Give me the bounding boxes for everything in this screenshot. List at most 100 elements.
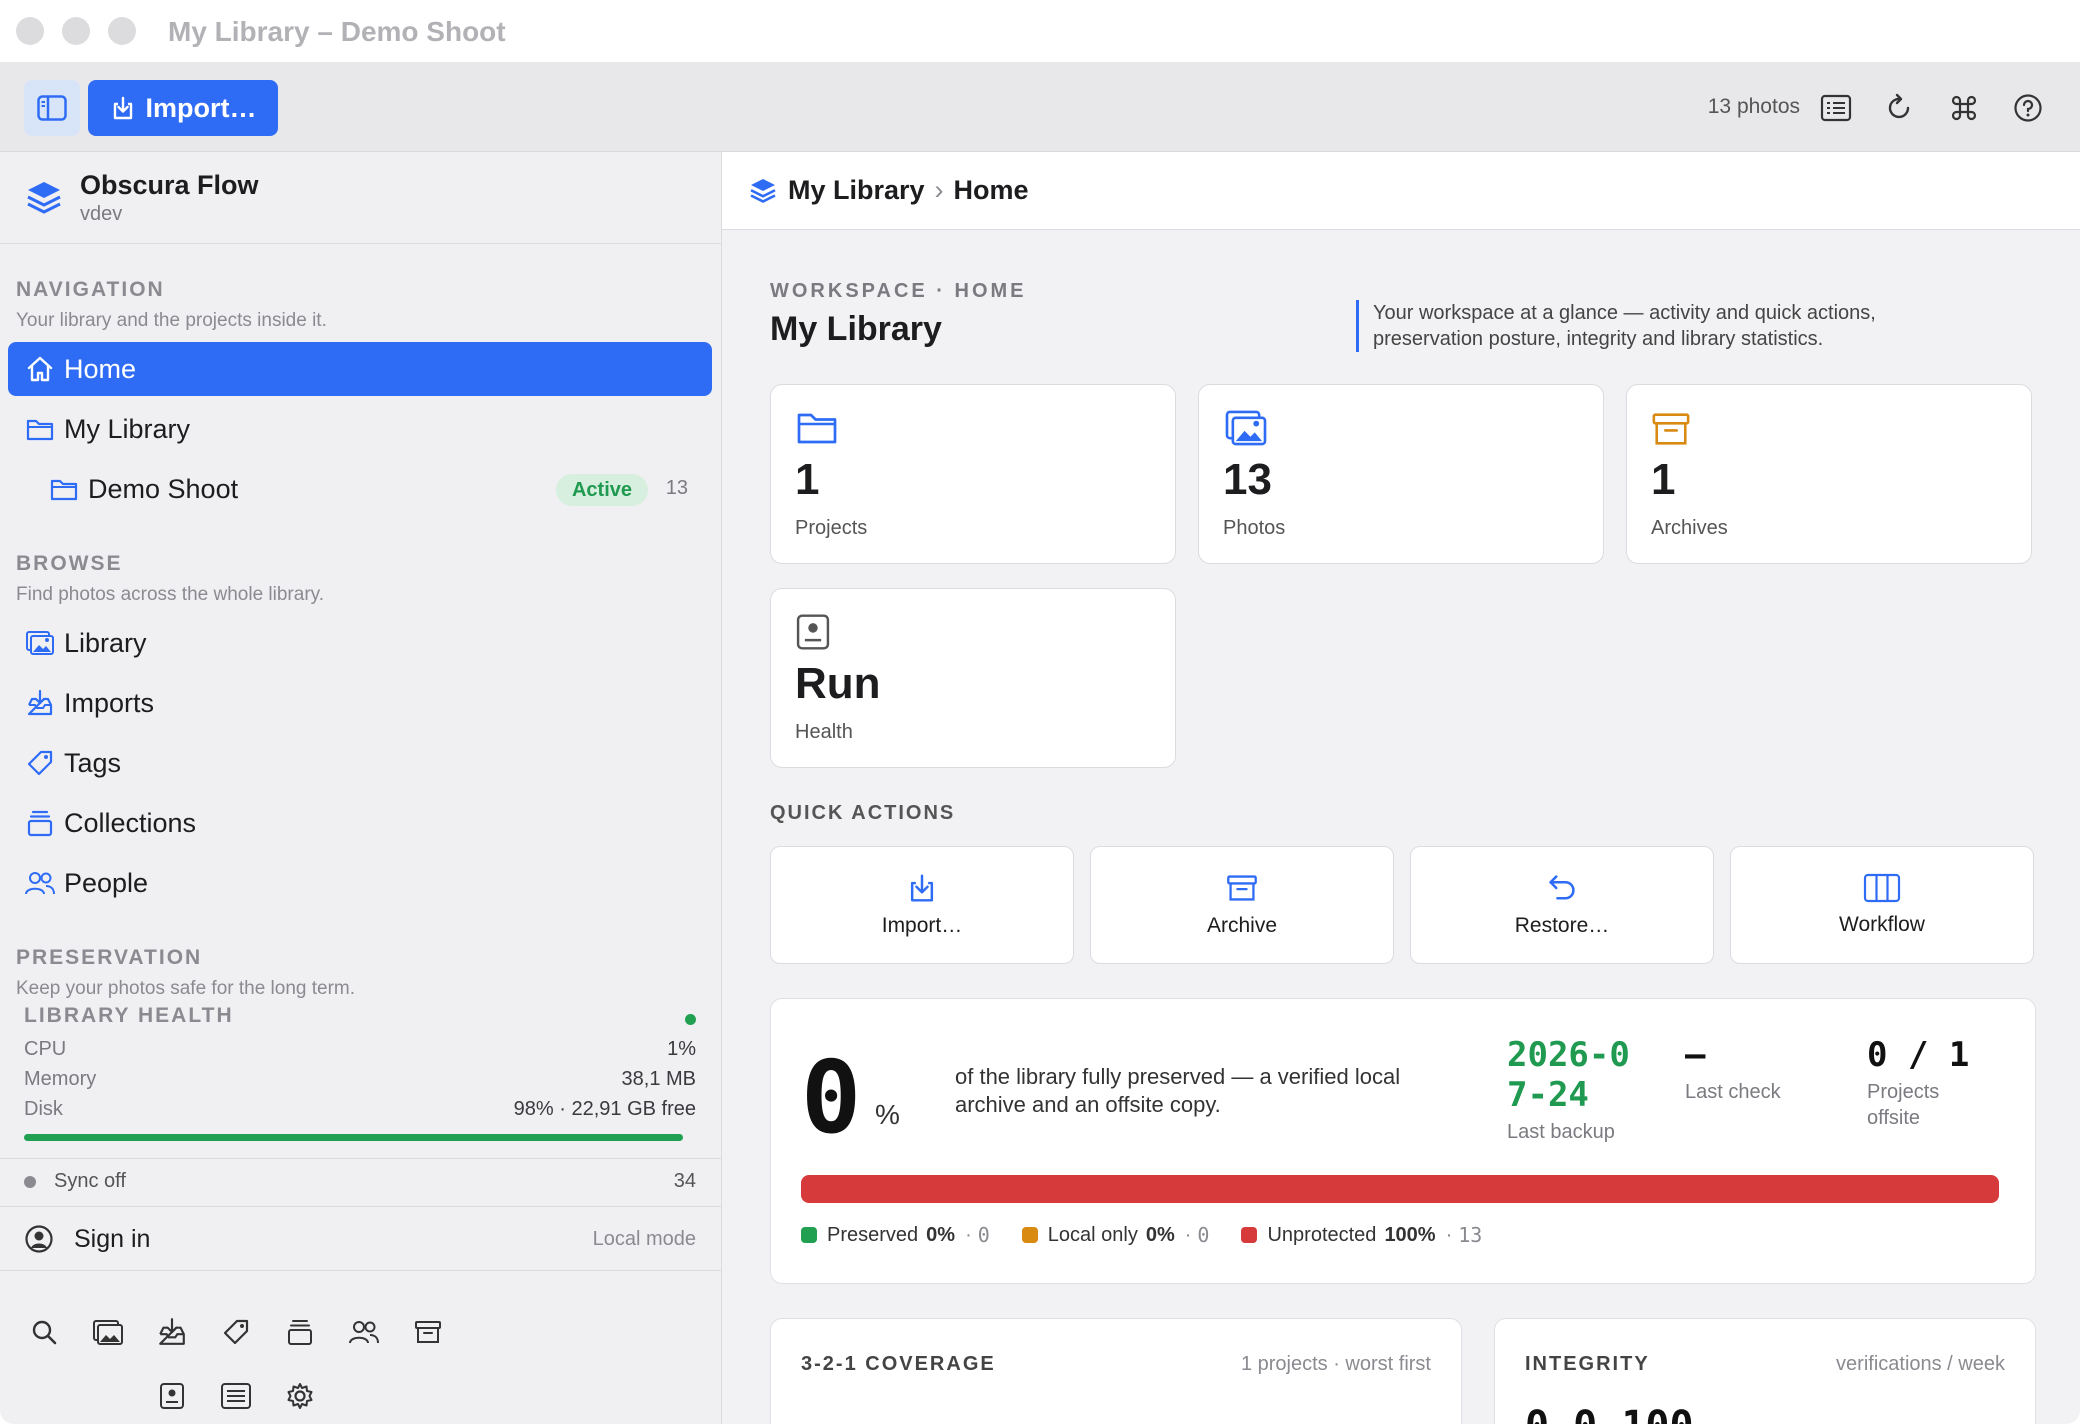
tray-download-icon — [24, 687, 56, 719]
close-window-button[interactable] — [16, 17, 44, 45]
stat-card-health[interactable]: Run Health — [770, 588, 1176, 768]
list-view-button[interactable] — [1816, 88, 1856, 128]
health-shortcut[interactable] — [152, 1376, 192, 1416]
gear-icon — [287, 1383, 313, 1409]
legend-count: 13 — [1458, 1223, 1483, 1247]
sidebar-item-people[interactable]: People — [8, 856, 712, 910]
people-icon — [24, 867, 56, 899]
integrity-card: INTEGRITY verifications / week 0 0 100 — [1494, 1318, 2036, 1424]
sidebar-item-label: Home — [64, 353, 137, 384]
sidebar-item-home[interactable]: Home — [8, 342, 712, 396]
settings-shortcut[interactable] — [280, 1376, 320, 1416]
quick-action-workflow-button[interactable]: Workflow — [1730, 846, 2034, 964]
legend-label: Local only — [1047, 1223, 1138, 1246]
workspace-description: Your workspace at a glance — activity an… — [1356, 300, 1936, 352]
stat-card-archives[interactable]: 1 Archives — [1626, 384, 2032, 564]
quick-action-archive-button[interactable]: Archive — [1090, 846, 1394, 964]
last-backup-value: 2026-0 7-24 — [1507, 1035, 1630, 1115]
stat-label: Health — [795, 721, 853, 743]
import-icon — [113, 96, 132, 120]
sidebar-item-demo-shoot[interactable]: Demo Shoot Active 13 — [8, 462, 712, 516]
brand-name: Obscura Flow — [80, 170, 259, 200]
coverage-card: 3-2-1 COVERAGE 1 projects · worst first — [770, 1318, 1462, 1424]
people-shortcut[interactable] — [344, 1312, 384, 1352]
toggle-sidebar-button[interactable] — [24, 80, 80, 136]
archive-shortcut[interactable] — [408, 1312, 448, 1352]
zoom-window-button[interactable] — [108, 17, 136, 45]
legend-separator: · — [1445, 1223, 1453, 1246]
main-content: My Library › Home WORKSPACE · HOME My Li… — [722, 152, 2080, 1424]
quick-action-label: Restore… — [1514, 914, 1610, 937]
preservation-section-subtitle: Keep your photos safe for the long term. — [16, 978, 356, 999]
import-button[interactable]: Import… — [88, 80, 278, 136]
tags-shortcut[interactable] — [216, 1312, 256, 1352]
stat-card-photos[interactable]: 13 Photos — [1198, 384, 1604, 564]
photo-count: 13 photos — [1707, 95, 1800, 118]
quick-action-import-button[interactable]: Import… — [770, 846, 1074, 964]
tray-download-icon — [159, 1318, 185, 1345]
quick-action-label: Import… — [881, 914, 963, 937]
search-shortcut[interactable] — [24, 1312, 64, 1352]
sidebar-item-label: Demo Shoot — [88, 473, 239, 504]
quick-action-restore-button[interactable]: Restore… — [1410, 846, 1714, 964]
memory-value: 38,1 MB — [621, 1068, 696, 1090]
brand-version: vdev — [80, 203, 123, 225]
legend-percent: 100% — [1384, 1223, 1436, 1246]
help-button[interactable] — [2008, 88, 2048, 128]
refresh-button[interactable] — [1880, 88, 1920, 128]
preservation-section-title: PRESERVATION — [16, 946, 203, 969]
stat-value: 1 — [795, 455, 820, 504]
disk-usage-bar — [24, 1134, 683, 1141]
sidebar-item-collections[interactable]: Collections — [8, 796, 712, 850]
integrity-card-title: INTEGRITY — [1525, 1353, 1650, 1375]
status-badge: Active — [555, 474, 648, 506]
sync-status[interactable]: Sync off 34 — [24, 1170, 696, 1193]
list-icon — [1820, 94, 1852, 122]
sidebar-item-my-library[interactable]: My Library — [8, 402, 712, 456]
preservation-progress-bar — [801, 1175, 1999, 1203]
folder-icon — [24, 413, 56, 445]
cpu-row: CPU 1% — [24, 1038, 696, 1061]
sync-count: 34 — [673, 1170, 696, 1192]
breadcrumb-separator: › — [934, 175, 944, 205]
library-shortcut[interactable] — [88, 1312, 128, 1352]
workspace-label: WORKSPACE · HOME — [770, 280, 1027, 302]
memory-label: Memory — [24, 1068, 97, 1090]
brand-header: Obscura Flow vdev — [0, 152, 722, 244]
window-title: My Library – Demo Shoot — [168, 16, 506, 47]
sign-in-button[interactable]: Sign in Local mode — [24, 1224, 696, 1254]
log-shortcut[interactable] — [216, 1376, 256, 1416]
sidebar-item-tags[interactable]: Tags — [8, 736, 712, 790]
home-icon — [24, 353, 56, 385]
legend-count: 0 — [977, 1223, 990, 1247]
navigation-section-title: NAVIGATION — [16, 278, 165, 301]
breadcrumb-current: Home — [953, 175, 1029, 205]
command-palette-button[interactable] — [1944, 88, 1984, 128]
account-mode: Local mode — [592, 1227, 696, 1250]
legend-swatch — [801, 1227, 817, 1243]
app-window: My Library – Demo Shoot Import… 13 photo… — [0, 0, 2080, 1424]
stat-value: 13 — [1223, 455, 1272, 504]
title-bar: My Library – Demo Shoot — [0, 0, 2080, 62]
sidebar-item-label: Library — [64, 627, 147, 658]
minimize-window-button[interactable] — [62, 17, 90, 45]
last-backup-label: Last backup — [1507, 1121, 1615, 1143]
health-card-icon — [160, 1383, 184, 1409]
last-check-value: — — [1685, 1035, 1706, 1075]
preserved-percent: 0 — [801, 1039, 862, 1156]
stat-card-projects[interactable]: 1 Projects — [770, 384, 1176, 564]
projects-offsite-value: 0 / 1 — [1867, 1035, 1970, 1075]
collections-shortcut[interactable] — [280, 1312, 320, 1352]
search-icon — [32, 1320, 57, 1345]
sidebar-item-library[interactable]: Library — [8, 616, 712, 670]
imports-shortcut[interactable] — [152, 1312, 192, 1352]
photos-icon — [24, 627, 56, 659]
legend-separator: · — [1184, 1223, 1192, 1246]
help-icon — [2014, 94, 2042, 122]
divider — [0, 1206, 722, 1207]
sidebar-item-imports[interactable]: Imports — [8, 676, 712, 730]
archive-box-icon — [1651, 409, 1691, 454]
sync-status-dot — [24, 1175, 36, 1188]
breadcrumb-root[interactable]: My Library — [788, 175, 925, 206]
legend-percent: 0% — [926, 1223, 956, 1246]
